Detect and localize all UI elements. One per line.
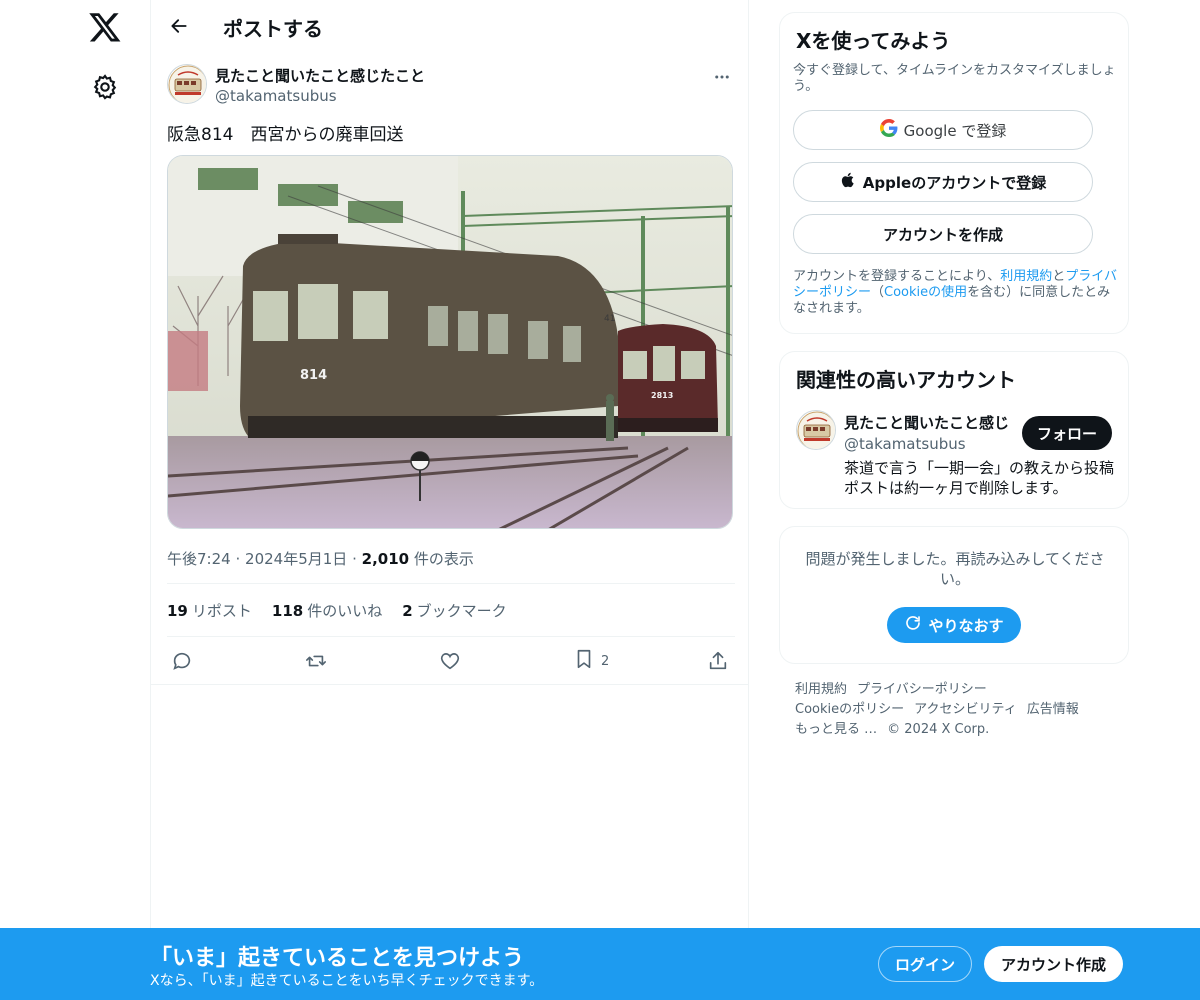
post-text: 阪急814 西宮からの廃車回送 [167,125,404,145]
banner-title: 「いま」起きていることを見つけよう [150,946,525,971]
gear-icon[interactable] [91,73,119,101]
cookie-link[interactable]: Cookieの使用 [884,285,967,300]
create-account-button[interactable]: アカウントを作成 [793,214,1093,254]
google-signup-button[interactable]: Google で登録 [793,110,1093,150]
apple-signup-button[interactable]: Appleのアカウントで登録 [793,162,1093,202]
footer-link-ads[interactable]: 広告情報 [1027,702,1079,717]
related-name[interactable]: 見たこと聞いたこと感じ [844,412,1009,433]
like-icon[interactable] [439,648,461,674]
signup-subtitle: 今すぐ登録して、タイムラインをカスタマイズしましょう。 [793,63,1116,94]
error-message: 問題が発生しました。再読み込みしてください。 [805,550,1105,588]
share-icon[interactable] [707,648,729,674]
post-author: 見たこと聞いたこと感じたこと @takamatsubus [167,62,735,110]
train-2813: 2813 [618,324,718,432]
login-button[interactable]: ログイン [878,946,972,982]
meta-separator: · [352,550,357,568]
signup-title: Xを使ってみよう [796,29,951,53]
signup-card: Xを使ってみよう 今すぐ登録して、タイムラインをカスタマイズしましょう。 Goo… [779,12,1129,334]
follow-button[interactable]: フォロー [1022,416,1112,450]
author-name[interactable]: 見たこと聞いたこと感じたこと [215,65,425,86]
footer-link-privacy[interactable]: プライバシーポリシー [857,682,987,697]
post-photo[interactable]: 814 2813 41 [167,155,733,529]
avatar[interactable] [796,410,836,450]
footer-link-accessibility[interactable]: アクセシビリティ [914,702,1017,717]
post-stats: 19 リポスト 118 件のいいね 2 ブックマーク [167,600,507,621]
post-actions: 2 [167,646,735,676]
post-date[interactable]: 2024年5月1日 [245,550,347,568]
reposts-label: リポスト [191,602,252,620]
car-number-2813: 2813 [651,391,673,400]
back-arrow-icon[interactable] [165,12,193,40]
footer-links: 利用規約 プライバシーポリシー Cookieのポリシー アクセシビリティ 広告情報 も… [795,680,1115,740]
views-count: 2,010 [361,550,410,568]
page: ポストする 見たこと聞いたこと感じたこと @takamatsubus 阪急814… [0,0,1200,1000]
legal-text: アカウントを登録することにより、利用規約とプライバシーポリシー（Cookieの使… [793,269,1121,317]
views-label: 件の表示 [413,550,474,568]
reposts-count: 19 [167,602,188,620]
retry-label: やりなおす [928,616,1004,635]
footer-link-cookie[interactable]: Cookieのポリシー [795,702,904,717]
left-rail [0,0,150,1000]
avatar[interactable] [167,64,207,104]
main-column: ポストする 見たこと聞いたこと感じたこと @takamatsubus 阪急814… [150,0,749,1000]
bookmarks-count: 2 [402,602,413,620]
train-photo-illustration: 814 2813 41 [168,156,732,528]
terms-link[interactable]: 利用規約 [1000,269,1052,284]
author-handle[interactable]: @takamatsubus [215,87,337,105]
bookmark-action-count: 2 [601,653,610,669]
banner-subtitle: Xなら、「いま」起きていることをいち早くチェックできます。 [150,973,544,989]
repost-icon[interactable] [305,648,327,674]
banner-signup-button[interactable]: アカウント作成 [984,946,1123,982]
reposts-stat[interactable]: 19 リポスト [167,600,252,621]
google-signup-label: Google で登録 [903,121,1007,140]
retry-button[interactable]: やりなおす [887,607,1021,643]
divider [167,636,735,637]
footer-link-more[interactable]: もっと見る … [795,722,877,737]
bookmarks-label: ブックマーク [416,602,507,620]
reply-icon[interactable] [171,648,193,674]
legal-mid: （ [871,285,885,300]
likes-stat[interactable]: 118 件のいいね [272,600,382,621]
more-icon[interactable] [709,64,735,90]
apple-signup-label: Appleのアカウントで登録 [862,173,1047,192]
bookmarks-stat[interactable]: 2 ブックマーク [402,600,506,621]
apple-icon [840,171,857,193]
pole-number: 41 [604,314,615,324]
bookmark-action[interactable]: 2 [573,648,609,674]
copyright: © 2024 X Corp. [887,722,990,737]
x-logo-icon[interactable] [88,10,122,44]
legal-and: と [1052,269,1066,284]
related-bio: 茶道で言う「一期一会」の教えから投稿ポストは約一ヶ月で削除します。 [844,459,1115,497]
create-account-label: アカウントを作成 [882,225,1003,244]
post-meta: 午後7:24 · 2024年5月1日 · 2,010 件の表示 [167,548,474,569]
google-icon [879,119,898,141]
refresh-icon [904,614,922,636]
page-title: ポストする [223,17,323,41]
likes-count: 118 [271,602,304,620]
train-814: 814 [240,234,618,438]
top-bar: ポストする [151,0,748,54]
legal-pre: アカウントを登録することにより、 [793,269,1001,284]
related-title: 関連性の高いアカウント [796,368,1016,392]
bookmark-icon [573,648,595,674]
car-number-814: 814 [300,368,327,383]
divider [151,684,749,685]
error-card: 問題が発生しました。再読み込みしてください。 やりなおす [779,526,1129,664]
related-handle[interactable]: @takamatsubus [844,435,966,453]
divider [167,583,735,584]
footer-link-terms[interactable]: 利用規約 [795,682,847,697]
meta-separator: · [235,550,241,568]
post-time[interactable]: 午後7:24 [167,550,231,568]
likes-label: 件のいいね [307,602,383,620]
